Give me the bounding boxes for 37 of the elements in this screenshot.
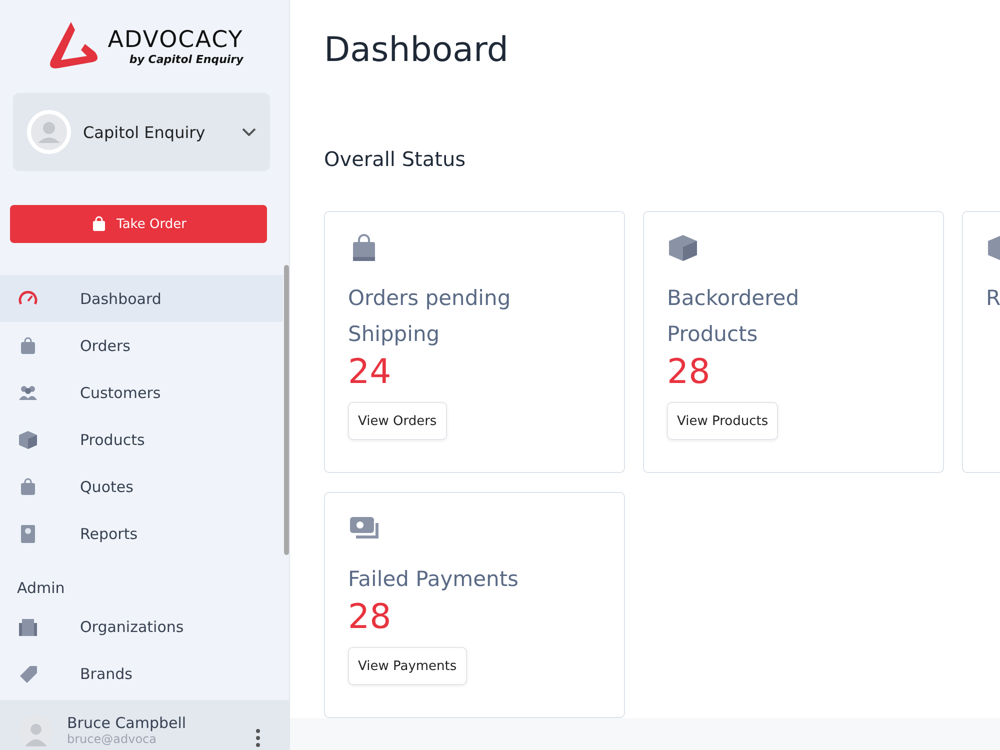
card-title: Failed Payments [348, 566, 518, 593]
section-heading: Admin [16, 578, 66, 599]
logo-byline: by Capitol Enquiry [129, 52, 244, 66]
nav-item[interactable]: Brands [0, 650, 283, 697]
nav-item[interactable]: Reports [0, 510, 283, 557]
more-icon[interactable] [255, 728, 261, 748]
building-icon [18, 616, 38, 636]
card-title: R [986, 285, 1000, 312]
view-button[interactable]: View Products [667, 402, 778, 440]
card-value: 28 [348, 597, 392, 637]
tag-icon [18, 664, 38, 684]
nav-item[interactable]: Organizations [0, 603, 283, 650]
user-email: bruce@advoca [67, 732, 158, 746]
shopping-bag-icon [90, 216, 107, 232]
shopping-bag-icon [18, 476, 38, 496]
view-button[interactable]: View Orders [348, 402, 447, 440]
page-title: Dashboard [324, 30, 508, 70]
card-title: Backordered Products [667, 285, 800, 348]
chevron-down-icon [242, 128, 256, 136]
card-value: 28 [667, 352, 710, 392]
card-value: 24 [348, 352, 392, 392]
shopping-bag-icon [18, 336, 38, 356]
user-name: Bruce Campbell [67, 714, 188, 732]
nav-item[interactable]: Dashboard [0, 275, 283, 322]
report-icon [18, 524, 38, 544]
nav-item[interactable]: Products [0, 416, 283, 463]
avatar-icon [27, 110, 71, 154]
view-button[interactable]: View Payments [348, 647, 467, 685]
account-selector[interactable]: Capitol Enquiry [13, 93, 270, 171]
logo-name: ADVOCACY [108, 26, 244, 52]
card-title: Orders pending Shipping [348, 285, 512, 348]
nav-item[interactable]: Orders [0, 322, 283, 369]
nav-item[interactable]: Quotes [0, 463, 283, 510]
section-title: Overall Status [324, 147, 467, 171]
nav-item[interactable]: Customers [0, 369, 283, 416]
take-order-button[interactable]: Take Order [10, 205, 267, 243]
scrollbar[interactable] [284, 265, 289, 555]
